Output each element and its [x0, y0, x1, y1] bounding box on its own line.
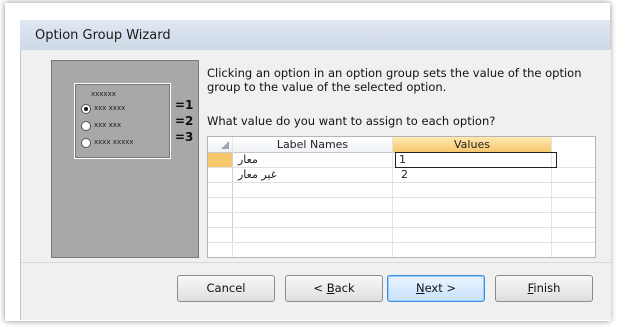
preview-value-label: =1: [175, 98, 194, 112]
next-button-hotkey: N: [415, 281, 425, 295]
preview-option-group: xxxxxx xxx xxxx xxx xxx xxxx xxxxx: [74, 83, 171, 159]
instructions-text: Clicking an option in an option group se…: [207, 66, 582, 94]
back-button-label: ack: [334, 281, 355, 295]
cancel-button[interactable]: Cancel: [177, 275, 275, 302]
question-text: What value do you want to assign to each…: [207, 114, 496, 128]
table-row-empty: [208, 183, 595, 198]
value-cell[interactable]: 1: [395, 152, 557, 168]
table-row[interactable]: غير معار 2: [208, 168, 595, 183]
radio-selected-icon: [81, 104, 91, 114]
row-selector: [208, 183, 233, 197]
table-row-empty: [208, 198, 595, 213]
row-selector: [208, 213, 233, 227]
back-button-prefix: <: [313, 281, 327, 295]
values-grid[interactable]: Label Names Values معار 1 غير معار 2: [207, 136, 596, 258]
button-divider: [21, 262, 611, 263]
back-button[interactable]: < Back: [285, 275, 383, 302]
preview-option-text: xxx xxx: [94, 121, 122, 129]
radio-icon: [81, 138, 91, 148]
back-button-hotkey: B: [326, 281, 335, 295]
next-button[interactable]: Next >: [387, 275, 485, 302]
finish-button-label: inish: [533, 281, 561, 295]
row-selector[interactable]: [208, 168, 233, 182]
title-bar: Option Group Wizard: [20, 20, 610, 50]
label-name-cell[interactable]: معار: [238, 153, 388, 167]
column-header-label-names[interactable]: Label Names: [233, 137, 393, 153]
row-selector: [208, 228, 233, 242]
value-cell[interactable]: 2: [398, 168, 551, 182]
preview-group-caption: xxxxxx: [91, 90, 116, 98]
preview-value-label: =2: [175, 114, 194, 128]
radio-icon: [81, 121, 91, 131]
column-header-values[interactable]: Values: [393, 137, 552, 153]
table-row-empty: [208, 228, 595, 243]
table-row-empty: [208, 213, 595, 228]
preview-option-text: xxxx xxxxx: [94, 138, 134, 146]
select-all-corner[interactable]: [208, 137, 233, 153]
row-selector[interactable]: [208, 153, 233, 167]
preview-option-text: xxx xxxx: [94, 104, 126, 112]
preview-value-label: =3: [175, 130, 194, 144]
row-selector: [208, 198, 233, 212]
label-name-cell[interactable]: غير معار: [238, 168, 388, 182]
window-title: Option Group Wizard: [35, 28, 171, 43]
wizard-body: xxxxxx xxx xxxx xxx xxx xxxx xxxxx =1 =2…: [20, 50, 611, 320]
finish-button[interactable]: Finish: [495, 275, 593, 302]
table-row[interactable]: معار 1: [208, 152, 595, 168]
option-group-preview: xxxxxx xxx xxxx xxx xxx xxxx xxxxx =1 =2…: [51, 60, 199, 258]
next-button-label: ext >: [424, 281, 457, 295]
